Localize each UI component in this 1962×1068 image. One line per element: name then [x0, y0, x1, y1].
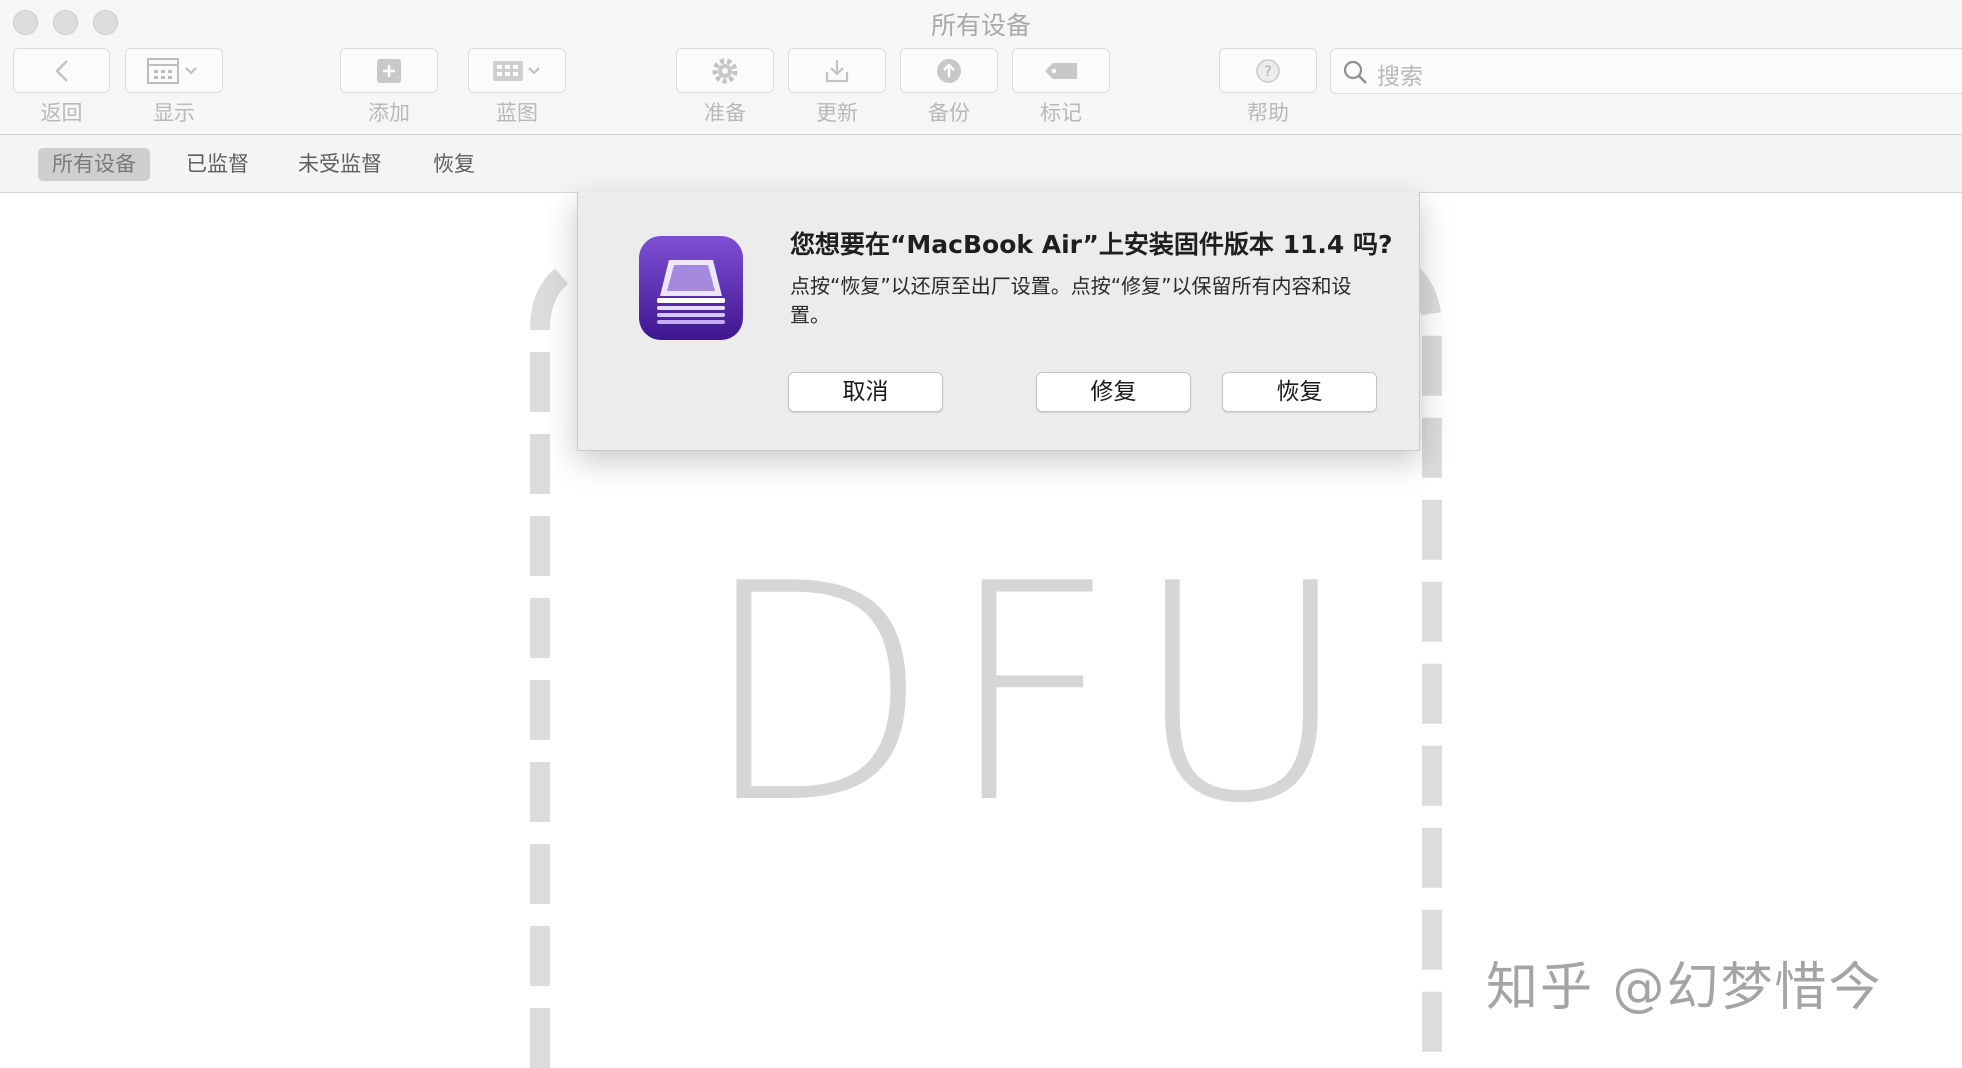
- prepare-button[interactable]: [676, 48, 774, 93]
- backup-label: 备份: [928, 101, 970, 125]
- device-dfu-label: DFU: [700, 520, 1366, 869]
- tag-icon: [1045, 62, 1077, 79]
- backup-button[interactable]: [900, 48, 998, 93]
- dialog-message: 点按“恢复”以还原至出厂设置。点按“修复”以保留所有内容和设置。: [790, 274, 1352, 327]
- blueprint-button[interactable]: [468, 48, 566, 93]
- device-filter-bar: 所有设备 已监督 未受监督 恢复: [0, 135, 1962, 193]
- view-grid-icon: [147, 57, 197, 84]
- filter-unsupervised[interactable]: 未受监督: [284, 148, 396, 181]
- configurator-drive-icon: [657, 260, 725, 324]
- help-icon: ?: [1256, 58, 1280, 83]
- svg-text:?: ?: [1264, 64, 1271, 80]
- plus-icon: [377, 58, 401, 83]
- display-button[interactable]: [125, 48, 223, 93]
- install-firmware-dialog: 您想要在“MacBook Air”上安装固件版本 11.4 吗? 点按“恢复”以…: [577, 192, 1420, 451]
- display-label: 显示: [153, 101, 195, 125]
- tag-button[interactable]: [1012, 48, 1110, 93]
- configurator-app-icon: [639, 236, 743, 340]
- window-toolbar: 所有设备 返回 显示 添加 蓝图 准备 更新 备份 标记 ? 帮助 搜索: [0, 0, 1962, 135]
- revive-button[interactable]: 修复: [1036, 372, 1191, 412]
- search-icon: [1343, 60, 1367, 84]
- add-button[interactable]: [340, 48, 438, 93]
- add-label: 添加: [368, 101, 410, 125]
- zhihu-watermark: 知乎 @幻梦惜今: [1486, 958, 1883, 1018]
- prepare-label: 准备: [704, 101, 746, 125]
- upload-circle-icon: [937, 58, 961, 83]
- help-button[interactable]: ?: [1219, 48, 1317, 93]
- search-field[interactable]: 搜索: [1330, 48, 1962, 94]
- filter-all-devices[interactable]: 所有设备: [38, 148, 150, 181]
- back-button[interactable]: [13, 48, 110, 93]
- update-button[interactable]: [788, 48, 886, 93]
- download-tray-icon: [825, 59, 849, 82]
- chevron-left-icon: [54, 59, 68, 82]
- filter-supervised[interactable]: 已监督: [172, 148, 263, 181]
- back-label: 返回: [40, 101, 83, 125]
- help-label: 帮助: [1247, 101, 1289, 125]
- dialog-title: 您想要在“MacBook Air”上安装固件版本 11.4 吗?: [790, 230, 1393, 259]
- blueprint-label: 蓝图: [496, 101, 538, 125]
- cancel-button[interactable]: 取消: [788, 372, 943, 412]
- filter-recovery[interactable]: 恢复: [419, 148, 489, 181]
- search-placeholder: 搜索: [1377, 64, 1423, 90]
- blueprint-icon: [493, 60, 540, 81]
- restore-button[interactable]: 恢复: [1222, 372, 1377, 412]
- update-label: 更新: [816, 101, 858, 125]
- tag-label: 标记: [1040, 101, 1082, 125]
- gear-icon: [712, 58, 738, 83]
- window-title: 所有设备: [930, 11, 1031, 40]
